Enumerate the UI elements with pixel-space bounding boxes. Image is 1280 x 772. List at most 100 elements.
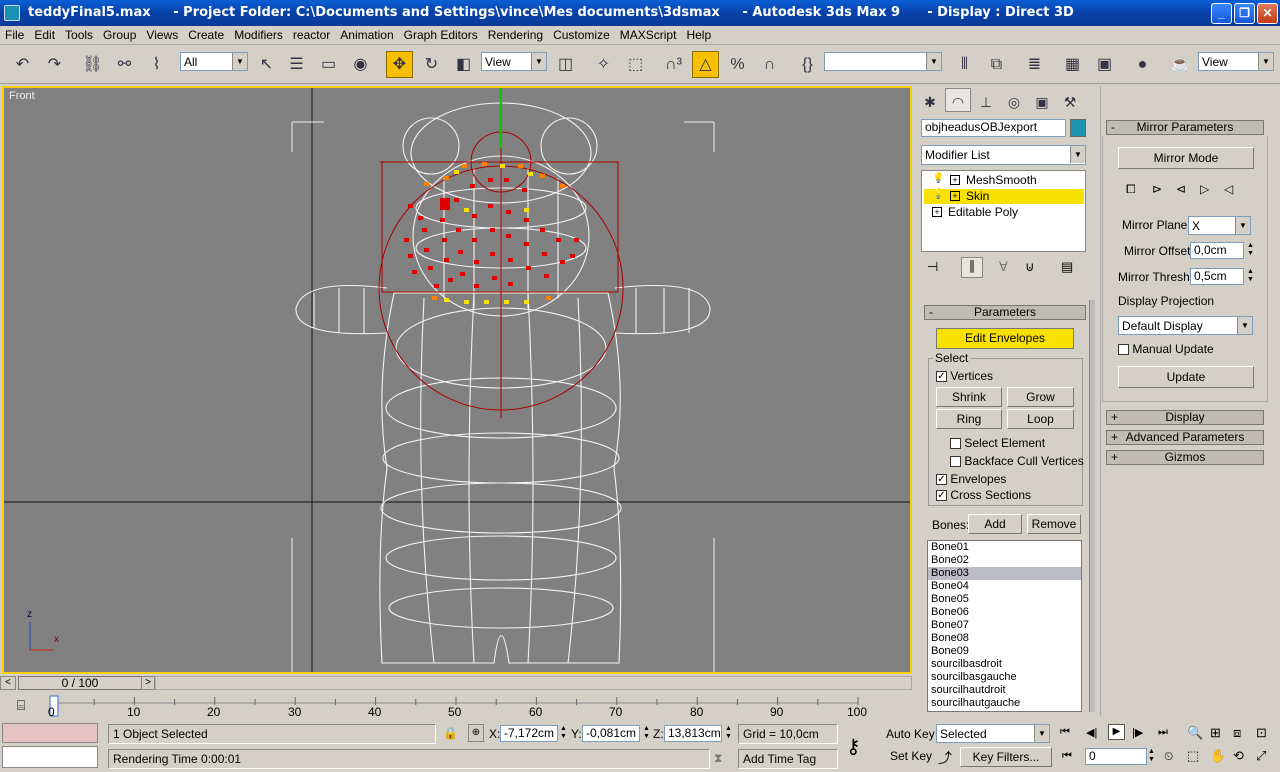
- pin-stack-icon[interactable]: ⊣: [927, 259, 938, 275]
- list-item[interactable]: Bone03: [928, 567, 1081, 580]
- advanced-parameters-rollup[interactable]: + Advanced Parameters: [1106, 430, 1264, 445]
- update-button[interactable]: Update: [1118, 366, 1254, 388]
- current-frame-field[interactable]: 0: [1085, 748, 1147, 765]
- menu-group[interactable]: Group: [98, 26, 141, 42]
- time-prev-button[interactable]: <: [0, 676, 16, 690]
- parameters-rollup[interactable]: - Parameters: [924, 305, 1086, 320]
- manual-update-checkbox[interactable]: Manual Update: [1118, 342, 1214, 356]
- list-item[interactable]: sourcilhautgauche: [928, 697, 1081, 710]
- menu-customize[interactable]: Customize: [548, 26, 615, 42]
- bone-list[interactable]: Bone01 Bone02 Bone03 Bone04 Bone05 Bone0…: [927, 540, 1082, 712]
- zoom-extents-all-icon[interactable]: ⊡: [1256, 725, 1267, 741]
- minimize-button[interactable]: _: [1211, 3, 1232, 24]
- schematic-view-icon[interactable]: ▣: [1091, 51, 1118, 78]
- menu-reactor[interactable]: reactor: [288, 26, 335, 42]
- mirror-thresh-spinner[interactable]: ▲ ▼: [1246, 268, 1255, 285]
- list-item[interactable]: Bone01: [928, 541, 1081, 554]
- x-coordinate-field[interactable]: -7,172cm: [500, 725, 558, 742]
- list-item[interactable]: Bone06: [928, 606, 1081, 619]
- paste-green-to-blue-icon[interactable]: ⊳: [1152, 182, 1162, 196]
- set-key-button[interactable]: Set Key: [890, 749, 932, 763]
- vertices-checkbox[interactable]: ✓ Vertices: [936, 369, 993, 383]
- list-item[interactable]: Bone09: [928, 645, 1081, 658]
- selection-filter-dropdown[interactable]: All ▼: [180, 52, 248, 71]
- list-item[interactable]: Bone08: [928, 632, 1081, 645]
- menu-tools[interactable]: Tools: [60, 26, 98, 42]
- key-filters-button[interactable]: Key Filters...: [960, 747, 1052, 767]
- mirror-mode-button[interactable]: Mirror Mode: [1118, 147, 1254, 169]
- maximize-button[interactable]: ❐: [1234, 3, 1255, 24]
- list-item[interactable]: sourcilbasgauche: [928, 671, 1081, 684]
- list-item[interactable]: Bone07: [928, 619, 1081, 632]
- list-item[interactable]: sourcilbasdroit: [928, 658, 1081, 671]
- maximize-viewport-icon[interactable]: ⤢: [1256, 748, 1266, 764]
- z-spinner[interactable]: ▲ ▼: [725, 725, 732, 741]
- previous-frame-icon[interactable]: ◀|: [1086, 726, 1097, 739]
- menu-rendering[interactable]: Rendering: [483, 26, 548, 42]
- z-coordinate-field[interactable]: 13,813cm: [664, 725, 722, 742]
- y-coordinate-field[interactable]: -0,081cm: [582, 725, 640, 742]
- ring-button[interactable]: Ring: [936, 409, 1002, 429]
- list-item[interactable]: Bone04: [928, 580, 1081, 593]
- menu-edit[interactable]: Edit: [29, 26, 60, 42]
- time-configuration-icon[interactable]: ⏲: [1164, 749, 1173, 764]
- lock-selection-icon[interactable]: 🔒: [443, 726, 458, 740]
- material-editor-icon[interactable]: ●: [1129, 51, 1156, 78]
- window-crossing-icon[interactable]: ◉: [347, 51, 374, 78]
- list-item[interactable]: sourcilhautdroit: [928, 684, 1081, 697]
- object-name-field[interactable]: objheadusOBJexport: [921, 119, 1066, 137]
- time-slider-track[interactable]: [155, 676, 912, 690]
- modify-tab-icon[interactable]: ◠: [945, 88, 971, 112]
- mirror-thresh-field[interactable]: 0,5cm: [1190, 268, 1244, 285]
- lightbulb-icon[interactable]: 💡: [932, 189, 944, 200]
- select-by-name-icon[interactable]: ☰: [283, 51, 310, 78]
- select-and-rotate-icon[interactable]: ↻: [418, 51, 445, 78]
- key-mode-toggle-icon[interactable]: ⏮: [1062, 750, 1072, 763]
- redo-icon[interactable]: ↷: [41, 51, 68, 78]
- teddy-bear-wireframe[interactable]: [4, 88, 910, 672]
- align-icon[interactable]: ⧉: [983, 51, 1010, 78]
- paste-blue-to-green-icon[interactable]: ⊲: [1176, 182, 1186, 196]
- select-object-icon[interactable]: ↖: [253, 51, 280, 78]
- time-next-button[interactable]: >: [141, 676, 155, 690]
- display-rollup[interactable]: + Display: [1106, 410, 1264, 425]
- select-and-move-icon[interactable]: ✥: [386, 51, 413, 78]
- maxscript-listener-white[interactable]: [2, 746, 98, 768]
- display-tab-icon[interactable]: ▣: [1029, 88, 1055, 112]
- menu-modifiers[interactable]: Modifiers: [229, 26, 288, 42]
- layer-manager-icon[interactable]: ≣: [1021, 51, 1048, 78]
- current-frame-spinner[interactable]: ▲ ▼: [1148, 748, 1155, 764]
- zoom-icon[interactable]: 🔍: [1187, 725, 1203, 741]
- unlink-icon[interactable]: ⚯: [111, 51, 138, 78]
- object-color-swatch[interactable]: [1070, 119, 1086, 137]
- backface-cull-checkbox[interactable]: Backface Cull Vertices: [950, 454, 1084, 468]
- mirror-paste-icon[interactable]: ⧠: [1126, 182, 1136, 197]
- rectangular-selection-icon[interactable]: ▭: [315, 51, 342, 78]
- select-and-scale-icon[interactable]: ◧: [450, 51, 477, 78]
- app-icon[interactable]: [4, 5, 20, 21]
- spinner-snap-icon[interactable]: ∩: [756, 51, 783, 78]
- default-tangent-icon[interactable]: ⤴: [938, 748, 952, 768]
- menu-help[interactable]: Help: [681, 26, 716, 42]
- list-item[interactable]: Bone02: [928, 554, 1081, 567]
- edit-envelopes-button[interactable]: Edit Envelopes: [936, 328, 1074, 349]
- angle-snap-icon[interactable]: △: [692, 51, 719, 78]
- undo-icon[interactable]: ↶: [9, 51, 36, 78]
- add-time-tag-button[interactable]: Add Time Tag: [738, 749, 838, 769]
- render-scene-icon[interactable]: ☕: [1167, 51, 1194, 78]
- mirror-offset-spinner[interactable]: ▲ ▼: [1246, 242, 1255, 259]
- remove-bone-button[interactable]: Remove: [1027, 514, 1081, 534]
- add-bone-button[interactable]: Add: [968, 514, 1022, 534]
- remove-modifier-icon[interactable]: ⊍: [1025, 259, 1035, 275]
- display-projection-dropdown[interactable]: Default Display ▼: [1118, 316, 1253, 335]
- create-tab-icon[interactable]: ✱: [917, 88, 943, 112]
- show-end-result-icon[interactable]: ∥: [961, 257, 983, 278]
- grow-button[interactable]: Grow: [1007, 387, 1074, 407]
- viewport-label[interactable]: Front: [9, 90, 35, 102]
- reference-coordinate-dropdown[interactable]: View ▼: [481, 52, 547, 71]
- stack-item-editable-poly[interactable]: + Editable Poly: [924, 205, 1084, 220]
- envelopes-checkbox[interactable]: ✓ Envelopes: [936, 472, 1006, 486]
- go-to-end-icon[interactable]: ⏭: [1158, 726, 1168, 739]
- shrink-button[interactable]: Shrink: [936, 387, 1002, 407]
- snap-3d-icon[interactable]: ∩³: [660, 51, 687, 78]
